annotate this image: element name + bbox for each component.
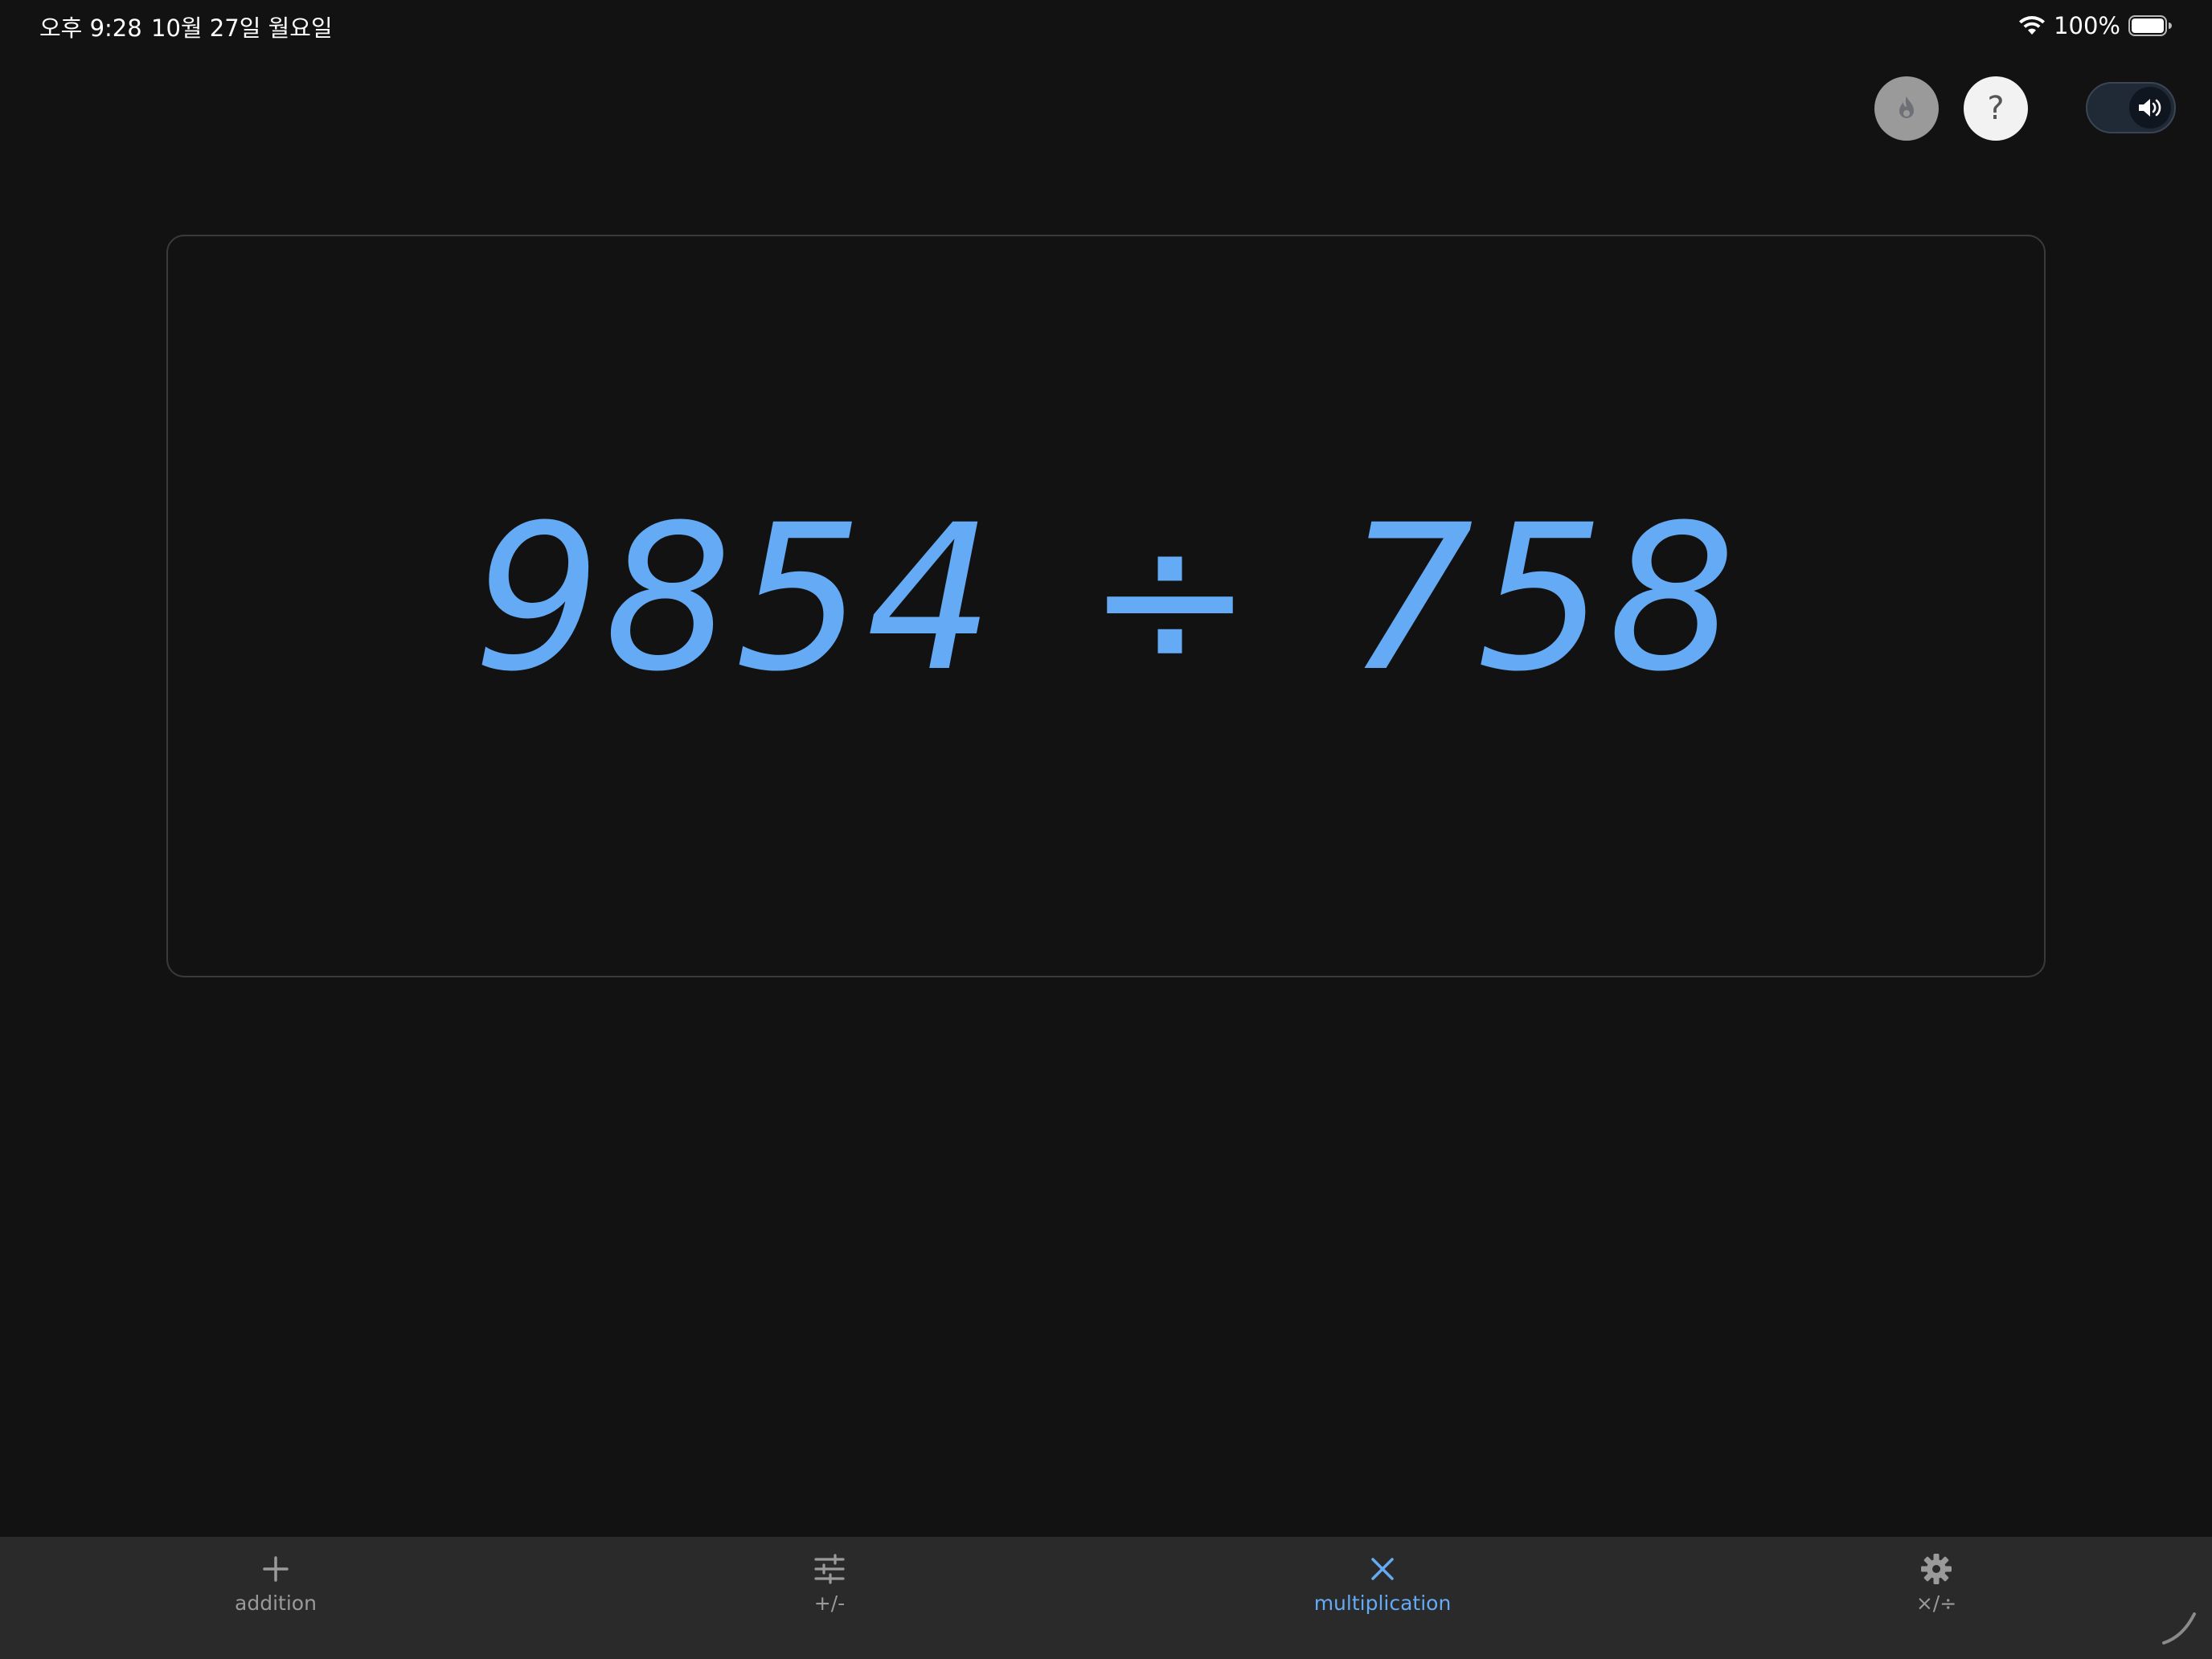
- sound-toggle-knob: [2129, 87, 2171, 129]
- help-button[interactable]: ?: [1964, 76, 2028, 141]
- tab-multiplication[interactable]: multiplication: [1262, 1553, 1503, 1615]
- times-icon: [1371, 1558, 1394, 1580]
- wifi-icon: [2019, 16, 2046, 35]
- operator: ÷: [1085, 481, 1258, 715]
- battery-percent: 100%: [2054, 12, 2120, 39]
- streak-button[interactable]: [1874, 76, 1939, 141]
- status-indicators: 100%: [2018, 10, 2172, 42]
- problem-card: 9854 ÷ 758: [166, 235, 2046, 977]
- status-time: 오후 9:28: [39, 14, 142, 42]
- battery-full-icon: [2128, 15, 2172, 36]
- gear-icon: [1921, 1554, 1952, 1584]
- app-screen: 오후 9:28 10월 27일 월요일 100% ? 9854 ÷ 758 ad…: [0, 0, 2212, 1659]
- problem-expression: 9854 ÷ 758: [473, 481, 1739, 715]
- tab-bar: addition +/- multiplication ×/÷: [0, 1537, 2212, 1659]
- speaker-icon: [2139, 99, 2161, 117]
- tab-label: ×/÷: [1915, 1591, 1957, 1615]
- sliders-icon: [814, 1554, 845, 1584]
- left-operand: 9854: [473, 481, 997, 715]
- tab-label: multiplication: [1313, 1591, 1452, 1615]
- right-operand: 758: [1346, 481, 1739, 715]
- flame-icon: [1899, 96, 1914, 118]
- tab-addition[interactable]: addition: [155, 1553, 396, 1615]
- status-date: 10월 27일 월요일: [151, 14, 333, 42]
- tab-label: addition: [235, 1591, 317, 1615]
- resize-corner-icon: [2162, 1612, 2196, 1645]
- sound-toggle[interactable]: [2086, 82, 2176, 133]
- help-label: ?: [1987, 90, 2005, 127]
- tab-plus-minus[interactable]: +/-: [709, 1553, 950, 1615]
- tab-label: +/-: [813, 1591, 846, 1615]
- tab-multiply-divide[interactable]: ×/÷: [1816, 1553, 2057, 1615]
- status-bar: 오후 9:28 10월 27일 월요일 100%: [0, 0, 2212, 51]
- plus-icon: [263, 1556, 289, 1582]
